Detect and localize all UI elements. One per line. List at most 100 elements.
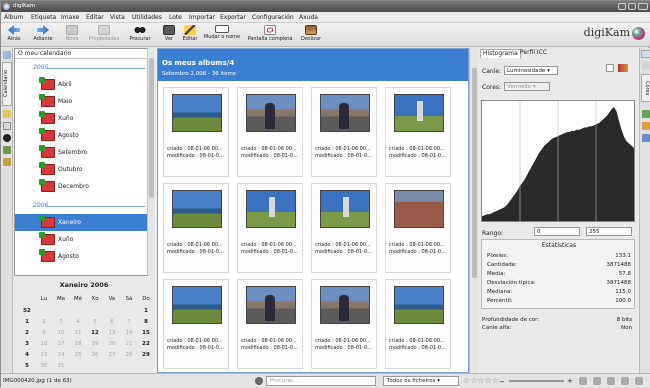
photo-thumbnail[interactable] (172, 286, 222, 324)
calendar-day[interactable]: 24 (52, 352, 70, 358)
metadata-tab-icon[interactable] (642, 62, 650, 70)
fuzzy-search-tab-icon[interactable] (3, 158, 11, 166)
calendar-day[interactable]: 12 (86, 330, 104, 336)
tree-scrollbar[interactable] (147, 48, 154, 276)
calendar-day[interactable]: 19 (86, 341, 104, 347)
linear-scale-icon[interactable] (606, 64, 614, 72)
tab-perfil-icc[interactable]: Perfil ICC (518, 49, 549, 58)
tab-histograma[interactable]: Histograma (480, 49, 521, 58)
month-node[interactable]: Maio (15, 93, 147, 110)
photo-thumbnail[interactable] (394, 190, 444, 228)
month-node[interactable]: Decembro (15, 178, 147, 195)
status-icon-2[interactable] (593, 377, 601, 385)
menu-axuda[interactable]: Axuda (299, 14, 318, 21)
zoom-in-icon[interactable]: + (567, 377, 573, 385)
file-filter-select[interactable]: Todos os ficheiros ▾ (383, 376, 459, 386)
calendar-day[interactable]: 11 (69, 330, 87, 336)
range-max-spinbox[interactable]: 255 (586, 227, 632, 236)
calendar-day[interactable]: 6 (103, 319, 121, 325)
calendar-day[interactable]: 3 (52, 319, 70, 325)
photo-thumbnail[interactable] (394, 286, 444, 324)
slideshow-button[interactable]: Deslizar (297, 24, 325, 46)
zoom-out-icon[interactable]: − (499, 378, 505, 386)
month-node[interactable]: Abril (15, 76, 147, 93)
colors-select[interactable]: Vermello ▾ (504, 82, 550, 91)
menu-utilidades[interactable]: Utilidades (132, 14, 162, 21)
tags-tab-icon[interactable] (3, 110, 11, 118)
calendar-day[interactable]: 17 (52, 341, 70, 347)
photo-thumbnail[interactable] (246, 286, 296, 324)
status-icon-5[interactable] (635, 377, 643, 385)
tab-calendario[interactable]: Calendario (2, 62, 12, 106)
log-scale-icon[interactable] (618, 64, 628, 72)
maximize-button[interactable] (628, 3, 636, 10)
calendar-day[interactable]: 25 (69, 352, 87, 358)
month-node[interactable]: Agosto (15, 127, 147, 144)
rename-button[interactable]: Mudar o nome (203, 24, 241, 46)
photo-thumbnail[interactable] (246, 94, 296, 132)
tags-tab-icon[interactable] (642, 134, 650, 142)
zoom-slider[interactable] (509, 380, 564, 382)
photo-thumbnail[interactable] (246, 190, 296, 228)
thumbnail-item[interactable]: criado : 08-01-06 00... modificado : 08-0… (237, 279, 303, 369)
photo-thumbnail[interactable] (172, 190, 222, 228)
calendar-day[interactable]: 9 (35, 330, 53, 336)
month-node[interactable]: Outubro (15, 161, 147, 178)
search-button[interactable]: Procurar (127, 24, 153, 46)
properties-button[interactable]: Propiedades (86, 24, 122, 46)
menu-exportar[interactable]: Exportar (220, 14, 246, 21)
calendar-day[interactable]: 28 (120, 352, 138, 358)
calendar-day[interactable]: 27 (103, 352, 121, 358)
calendar-day[interactable]: 15 (137, 330, 155, 336)
albums-tab-icon[interactable] (3, 51, 11, 59)
channel-select[interactable]: Luminosidade ▾ (504, 66, 558, 75)
status-icon-4[interactable] (621, 377, 629, 385)
thumbnail-item[interactable]: criado : 08-01-06 00... modificado : 08-0… (163, 183, 229, 273)
search-tab-icon[interactable] (3, 134, 11, 142)
menu-album[interactable]: Álbum (4, 14, 23, 21)
back-button[interactable]: Atrás (3, 24, 25, 46)
menu-editar[interactable]: Editar (86, 14, 104, 21)
month-node[interactable]: Agosto (15, 248, 147, 265)
calendar-day[interactable]: 10 (52, 330, 70, 336)
forward-button[interactable]: Adiante (31, 24, 55, 46)
thumbnail-item[interactable]: criado : 08-01-06 00... modificado : 08-0… (311, 87, 377, 177)
photo-thumbnail[interactable] (320, 286, 370, 324)
new-album-button[interactable]: Novo (61, 24, 83, 46)
calendar-day[interactable]: 30 (35, 363, 53, 369)
rating-filter-stars[interactable]: ☆☆☆☆☆ (463, 376, 499, 385)
fullscreen-button[interactable]: Pantalla completa (247, 24, 293, 46)
range-min-spinbox[interactable]: 0 (534, 227, 580, 236)
geolocation-tab-icon[interactable] (642, 122, 650, 130)
menu-vista[interactable]: Vista (110, 14, 125, 21)
thumbnail-item[interactable]: criado : 08-01-06 00... modificado : 08-0… (237, 183, 303, 273)
calendar-day[interactable]: 14 (120, 330, 138, 336)
thumbnail-item[interactable]: criado : 08-01-06 00... modificado : 08-0… (385, 87, 451, 177)
photo-thumbnail[interactable] (320, 190, 370, 228)
comments-tab-icon[interactable] (642, 110, 650, 118)
status-icon-1[interactable] (579, 377, 587, 385)
calendar-day[interactable]: 31 (52, 363, 70, 369)
menu-etiqueta[interactable]: Etiqueta (31, 14, 56, 21)
calendar-day[interactable]: 21 (120, 341, 138, 347)
thumbnail-item[interactable]: criado : 08-01-06 00... modificado : 08-0… (163, 279, 229, 369)
tab-properties-icon[interactable] (641, 50, 650, 58)
month-node[interactable]: Xuño (15, 231, 147, 248)
edit-button[interactable]: Editar (179, 24, 201, 46)
month-node[interactable]: Setembro (15, 144, 147, 161)
calendar-day[interactable]: 2 (35, 319, 53, 325)
photo-thumbnail[interactable] (172, 94, 222, 132)
map-tab-icon[interactable] (3, 146, 11, 154)
close-button[interactable] (638, 3, 648, 10)
search-input[interactable]: Procurar... (266, 376, 376, 386)
menu-configuracion[interactable]: Configuración (252, 14, 294, 21)
calendar-day[interactable]: 26 (86, 352, 104, 358)
menu-lote[interactable]: Lote (169, 14, 182, 21)
timeline-tab-icon[interactable] (3, 122, 11, 130)
scrollbar-thumb[interactable] (149, 58, 154, 198)
year-node-2005[interactable]: 2005 (33, 64, 48, 71)
calendar-day[interactable]: 22 (137, 341, 155, 347)
thumbnail-item[interactable]: criado : 08-01-06 00... modificado : 08-0… (163, 87, 229, 177)
tab-cores[interactable]: Cores (641, 74, 650, 102)
menu-imaxe[interactable]: Imaxe (61, 14, 79, 21)
